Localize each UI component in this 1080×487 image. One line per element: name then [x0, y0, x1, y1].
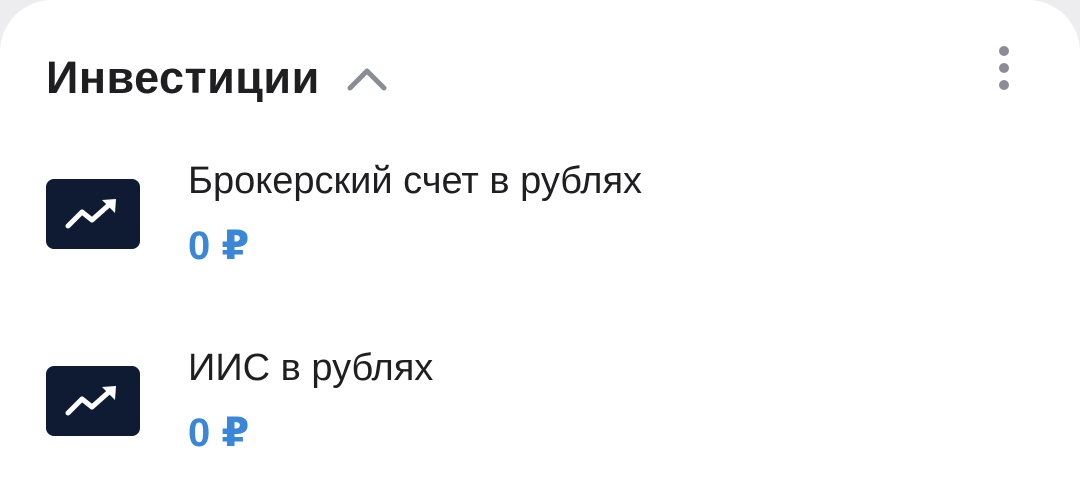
chevron-up-icon[interactable]: [346, 64, 388, 92]
investments-card: Инвестиции Брокерский счет в рублях 0 ₽: [0, 0, 1080, 487]
account-item-brokerage[interactable]: Брокерский счет в рублях 0 ₽: [0, 148, 1080, 278]
account-label: Брокерский счет в рублях: [188, 160, 643, 202]
more-vertical-icon[interactable]: [984, 40, 1024, 96]
account-balance: 0 ₽: [188, 411, 250, 455]
section-header[interactable]: Инвестиции: [46, 48, 388, 108]
account-label: ИИС в рублях: [188, 347, 434, 389]
section-title: Инвестиции: [46, 52, 320, 103]
menu-dot: [999, 80, 1009, 90]
trending-up-icon: [46, 179, 140, 249]
menu-dot: [999, 46, 1009, 56]
trending-up-icon: [46, 366, 140, 436]
account-balance: 0 ₽: [188, 224, 250, 268]
menu-dot: [999, 63, 1009, 73]
account-item-iis[interactable]: ИИС в рублях 0 ₽: [0, 335, 1080, 465]
